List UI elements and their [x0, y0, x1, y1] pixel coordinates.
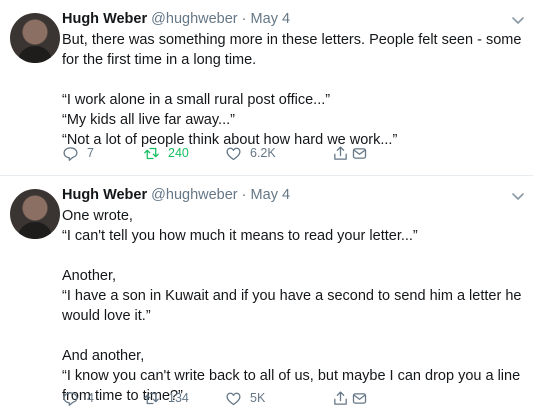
author-handle[interactable]: @hughweber: [151, 187, 237, 203]
heart-icon: [226, 147, 241, 160]
reply-icon: [63, 146, 78, 161]
tweet-text: But, there was something more in these l…: [62, 32, 522, 148]
separator: ·: [241, 187, 247, 203]
retweet-icon: [144, 392, 159, 404]
avatar[interactable]: [10, 13, 60, 63]
direct-message-icon[interactable]: [351, 390, 368, 407]
like-count: 5K: [250, 391, 266, 405]
share-button[interactable]: [332, 143, 376, 163]
tweet[interactable]: Hugh Weber @hughweber · May 4 One wrote,…: [0, 176, 533, 420]
tweet-text: One wrote, “I can't tell you how much it…: [62, 208, 522, 404]
heart-icon: [226, 392, 241, 405]
reply-button[interactable]: 7: [62, 143, 94, 163]
retweet-count: 240: [168, 146, 189, 160]
like-button[interactable]: 5K: [225, 388, 265, 408]
author-handle[interactable]: @hughweber: [151, 11, 237, 27]
share-icon: [334, 390, 347, 405]
retweet-count: 134: [168, 391, 189, 405]
retweet-button[interactable]: 134: [143, 388, 189, 408]
tweet-actions: 4 134 5K: [62, 388, 532, 408]
author-name[interactable]: Hugh Weber: [62, 11, 147, 27]
tweet-header: Hugh Weber @hughweber · May 4: [62, 186, 522, 204]
reply-button[interactable]: 4: [62, 388, 94, 408]
tweet-date[interactable]: May 4: [251, 11, 291, 27]
direct-message-icon[interactable]: [351, 145, 368, 162]
like-count: 6.2K: [250, 146, 276, 160]
reply-icon: [63, 391, 78, 406]
share-icon: [334, 145, 347, 160]
avatar[interactable]: [10, 189, 60, 239]
share-button[interactable]: [332, 388, 376, 408]
author-name[interactable]: Hugh Weber: [62, 187, 147, 203]
retweet-icon: [144, 147, 159, 159]
tweet-header: Hugh Weber @hughweber · May 4: [62, 10, 522, 28]
reply-count: 4: [87, 391, 94, 405]
tweet-date[interactable]: May 4: [251, 187, 291, 203]
separator: ·: [241, 11, 247, 27]
retweet-button[interactable]: 240: [143, 143, 189, 163]
like-button[interactable]: 6.2K: [225, 143, 276, 163]
reply-count: 7: [87, 146, 94, 160]
tweet[interactable]: Hugh Weber @hughweber · May 4 But, there…: [0, 0, 533, 176]
tweet-actions: 7 240 6.2K: [62, 143, 532, 163]
